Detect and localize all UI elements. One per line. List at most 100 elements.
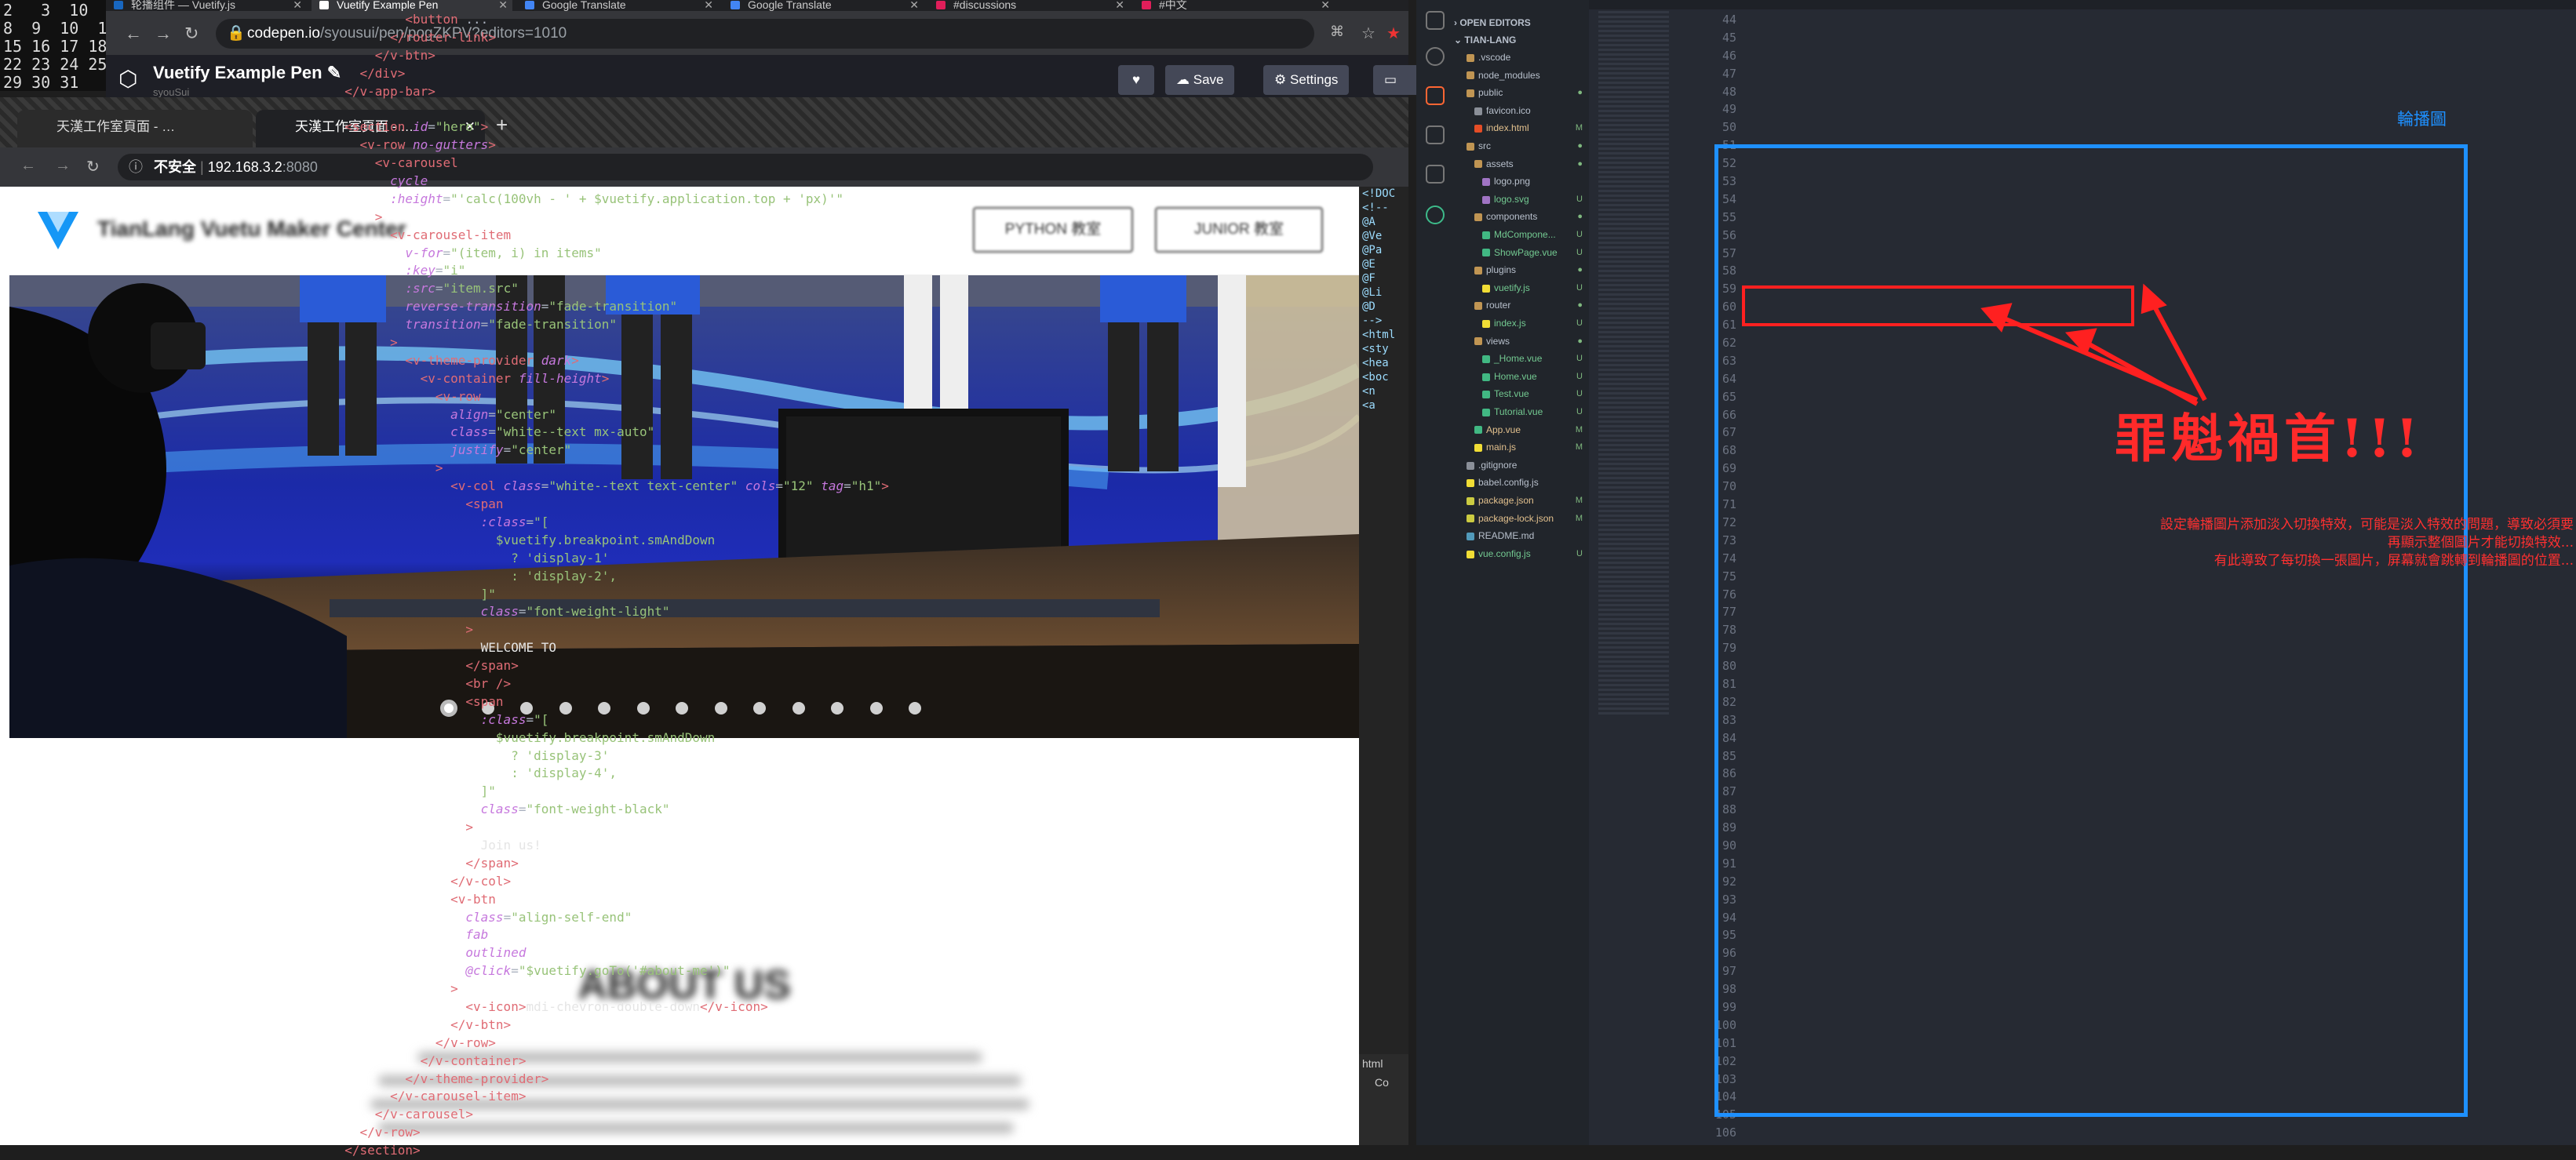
code-line[interactable]: Join us! <box>330 837 1160 855</box>
code-line[interactable]: cycle <box>330 173 1160 191</box>
translate-icon[interactable]: ⌘ <box>1330 24 1344 40</box>
tree-folder[interactable]: public ● <box>1454 84 1589 101</box>
code-line[interactable]: </v-btn> <box>330 1016 1160 1035</box>
code-line[interactable]: <v-carousel-item <box>330 227 1160 245</box>
tree-folder[interactable]: components ● <box>1454 208 1589 225</box>
code-line[interactable]: class="white--text mx-auto" <box>330 424 1160 442</box>
devtools-node[interactable]: @E <box>1359 257 1408 271</box>
extension-icon[interactable]: ★ <box>1386 24 1401 43</box>
tree-file[interactable]: ShowPage.vue U <box>1454 244 1589 261</box>
tree-file[interactable]: Test.vue U <box>1454 385 1589 402</box>
devtools-node[interactable]: <hea <box>1359 356 1408 370</box>
devtools-node[interactable]: <sty <box>1359 342 1408 356</box>
tree-folder[interactable]: src ● <box>1454 137 1589 155</box>
devtools-node[interactable]: <!DOC <box>1359 187 1408 201</box>
tree-file[interactable]: vue.config.js U <box>1454 545 1589 562</box>
code-line[interactable]: :key="i" <box>330 262 1160 280</box>
tree-file[interactable]: .gitignore <box>1454 456 1589 474</box>
code-line[interactable]: : 'display-4', <box>330 765 1160 783</box>
code-line[interactable]: :class="[ <box>330 514 1160 532</box>
codepen-logo-icon[interactable]: ⬡ <box>118 66 137 92</box>
code-line[interactable]: @click="$vuetify.goTo('#about-me')" <box>330 962 1160 980</box>
code-line[interactable]: <section id="hero"> <box>330 118 1160 136</box>
code-line[interactable]: WELCOME TO <box>330 639 1160 657</box>
reload-icon[interactable]: ↻ <box>86 157 100 176</box>
search-icon[interactable] <box>1426 47 1445 66</box>
tree-file[interactable]: main.js M <box>1454 438 1589 456</box>
code-line[interactable]: v-for="(item, i) in items" <box>330 245 1160 263</box>
code-line[interactable]: <v-carousel <box>330 155 1160 173</box>
devtools-node[interactable]: @A <box>1359 215 1408 229</box>
browser-tab[interactable]: Google Translate ✕ <box>723 0 924 11</box>
extensions-icon[interactable] <box>1426 165 1445 184</box>
view-button[interactable]: ▭ C <box>1373 65 1420 117</box>
browser-tab[interactable]: Google Translate ✕ <box>517 0 718 11</box>
code-line[interactable]: reverse-transition="fade-transition" <box>330 298 1160 316</box>
code-line[interactable]: <button ... <box>330 11 1160 29</box>
devtools-html-tab[interactable]: html <box>1359 1054 1408 1073</box>
tree-file[interactable]: Home.vue U <box>1454 368 1589 385</box>
browser-tab[interactable]: #中文 ✕ <box>1134 0 1335 11</box>
code-line[interactable]: <v-btn <box>330 891 1160 909</box>
vuetify-logo-icon[interactable] <box>33 205 83 256</box>
junior-class-button[interactable]: JUNIOR 教室 <box>1155 207 1323 253</box>
settings-button[interactable]: ⚙ Settings <box>1263 65 1350 95</box>
code-line[interactable]: </v-row> <box>330 1124 1160 1142</box>
code-line[interactable]: </v-carousel> <box>330 1106 1160 1124</box>
tree-file[interactable]: logo.png <box>1454 173 1589 190</box>
forward-icon[interactable]: → <box>155 24 172 44</box>
tree-file[interactable]: MdCompone... U <box>1454 226 1589 243</box>
code-line[interactable]: justify="center" <box>330 442 1160 460</box>
code-line[interactable]: <span <box>330 496 1160 514</box>
code-line[interactable]: : 'display-2', <box>330 568 1160 586</box>
forward-icon[interactable]: → <box>55 157 71 175</box>
code-line[interactable]: ? 'display-1' <box>330 550 1160 568</box>
source-control-icon[interactable] <box>1426 86 1445 105</box>
save-button[interactable]: ☁ Save <box>1165 65 1235 95</box>
tree-file[interactable]: index.js U <box>1454 315 1589 332</box>
tree-file[interactable]: Tutorial.vue U <box>1454 403 1589 420</box>
open-editors-header[interactable]: › OPEN EDITORS <box>1454 14 1589 31</box>
tree-file[interactable]: favicon.ico <box>1454 102 1589 119</box>
tree-folder[interactable]: node_modules <box>1454 67 1589 84</box>
code-line[interactable]: ? 'display-3' <box>330 747 1160 765</box>
code-line[interactable]: <v-theme-provider dark> <box>330 352 1160 370</box>
code-line[interactable]: > <box>330 980 1160 998</box>
tree-file[interactable]: package.json M <box>1454 492 1589 509</box>
code-line[interactable]: :height="'calc(100vh - ' + $vuetify.appl… <box>330 191 1160 209</box>
devtools-node[interactable]: @D <box>1359 300 1408 314</box>
gitlens-icon[interactable] <box>1426 205 1445 224</box>
close-tab-icon[interactable]: ✕ <box>293 0 302 10</box>
code-line[interactable]: </v-container> <box>330 1053 1160 1071</box>
tree-file[interactable]: README.md <box>1454 527 1589 544</box>
pen-title[interactable]: Vuetify Example Pen ✎ <box>153 63 341 83</box>
tree-folder[interactable]: .vscode <box>1454 49 1589 66</box>
tree-file[interactable]: index.html M <box>1454 119 1589 136</box>
tree-file[interactable]: App.vue M <box>1454 421 1589 438</box>
devtools-elements-panel[interactable]: <!DOC <!-- @A @Ve @Pa @E @F @Li @D --> <html <sty <h… <box>1359 187 1408 1145</box>
tree-folder[interactable]: views ● <box>1454 333 1589 350</box>
devtools-node[interactable]: <html <box>1359 328 1408 342</box>
devtools-node[interactable]: <boc <box>1359 370 1408 384</box>
code-line[interactable]: class="font-weight-light" <box>330 603 1160 621</box>
devtools-node[interactable]: <!-- <box>1359 201 1408 215</box>
code-line[interactable]: ]" <box>330 586 1160 604</box>
reload-icon[interactable]: ↻ <box>184 24 199 44</box>
devtools-node[interactable]: --> <box>1359 314 1408 328</box>
tree-file[interactable]: package-lock.json M <box>1454 510 1589 527</box>
browser-tab[interactable]: #discussions ✕ <box>928 0 1129 11</box>
code-line[interactable]: > <box>330 819 1160 837</box>
code-line[interactable]: $vuetify.breakpoint.smAndDown <box>330 532 1160 550</box>
code-line[interactable]: ]" <box>330 783 1160 801</box>
browser-tab[interactable]: Vuetify Example Pen ✕ <box>312 0 512 11</box>
code-line[interactable]: <v-icon>mdi-chevron-double-down</v-icon> <box>330 998 1160 1016</box>
devtools-node[interactable]: <a <box>1359 398 1408 413</box>
code-line[interactable]: <br /> <box>330 675 1160 693</box>
tree-file[interactable]: logo.svg U <box>1454 191 1589 208</box>
back-icon[interactable]: ← <box>125 24 142 44</box>
code-line[interactable]: </div> <box>330 65 1160 83</box>
code-line[interactable]: <v-row <box>330 388 1160 406</box>
browser-tab[interactable]: 轮播组件 — Vuetify.js ✕ <box>106 0 307 11</box>
close-tab-icon[interactable]: ✕ <box>1321 0 1330 10</box>
devtools-node[interactable]: <n <box>1359 384 1408 398</box>
